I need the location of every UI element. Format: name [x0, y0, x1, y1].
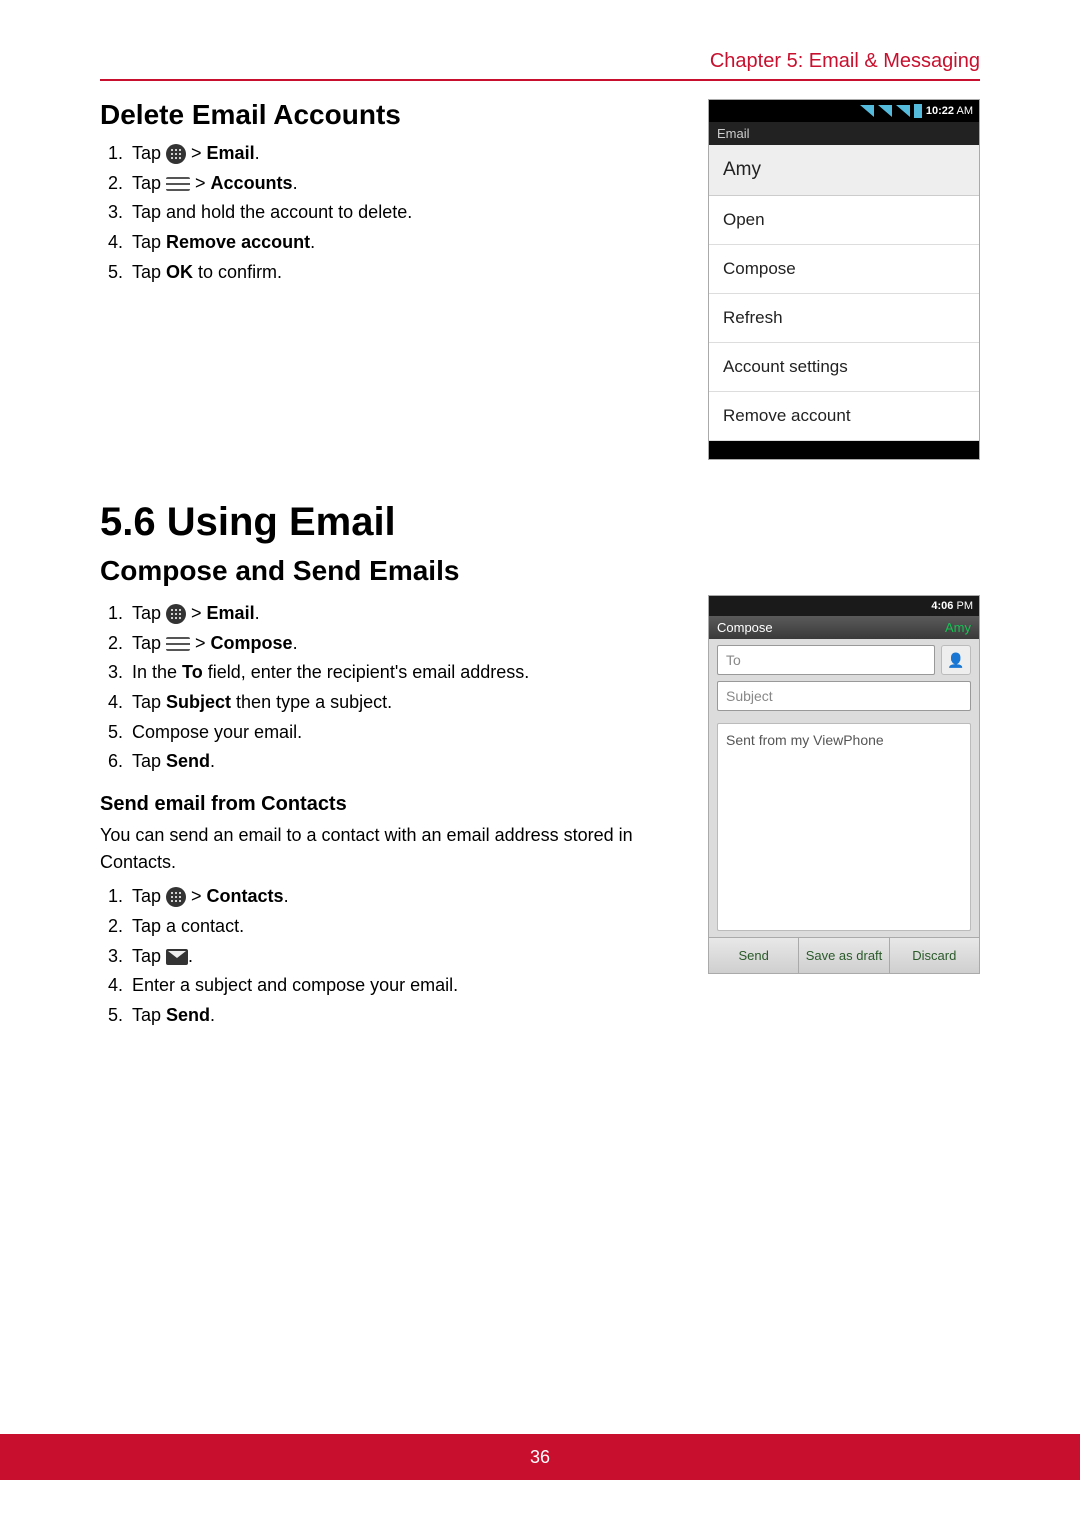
- step: Tap and hold the account to delete.: [128, 198, 688, 228]
- save-draft-button[interactable]: Save as draft: [799, 938, 889, 973]
- add-contact-button[interactable]: 👤: [941, 645, 971, 675]
- subsection-contacts-steps: Tap > Contacts. Tap a contact. Tap . Ent…: [100, 882, 688, 1030]
- step: Tap Send.: [128, 747, 688, 777]
- section-delete-row: Delete Email Accounts Tap > Email. Tap >…: [100, 99, 980, 460]
- app-bar-title: Email: [709, 122, 979, 145]
- status-time: 4:06 PM: [931, 600, 973, 612]
- compose-button-row: Send Save as draft Discard: [709, 937, 979, 973]
- menu-icon: [166, 177, 190, 191]
- section-delete-title: Delete Email Accounts: [100, 99, 688, 131]
- status-bar: 4:06 PM: [709, 596, 979, 616]
- step: Tap .: [128, 942, 688, 972]
- signal-icon: [860, 105, 874, 117]
- battery-icon: [914, 104, 922, 118]
- compose-titlebar: Compose Amy: [709, 616, 979, 639]
- subsection-contacts-intro: You can send an email to a contact with …: [100, 822, 688, 876]
- menu-item-compose[interactable]: Compose: [709, 245, 979, 294]
- compose-account: Amy: [945, 620, 971, 635]
- step: Tap > Contacts.: [128, 882, 688, 912]
- section-compose-steps: Tap > Email. Tap > Compose. In the To fi…: [100, 599, 688, 777]
- screenshot-compose: 4:06 PM Compose Amy To 👤 Subject Sent fr…: [708, 595, 980, 974]
- step: Tap Subject then type a subject.: [128, 688, 688, 718]
- signal-icon: [878, 105, 892, 117]
- step: Tap OK to confirm.: [128, 258, 688, 288]
- manual-page: Chapter 5: Email & Messaging Delete Emai…: [0, 0, 1080, 1480]
- page-footer: 36: [0, 1434, 1080, 1480]
- apps-icon: [166, 887, 186, 907]
- context-menu: Amy Open Compose Refresh Account setting…: [709, 145, 979, 441]
- send-button[interactable]: Send: [709, 938, 799, 973]
- phone-bottom: [709, 441, 979, 459]
- subsection-contacts-title: Send email from Contacts: [100, 793, 688, 816]
- menu-header: Amy: [709, 145, 979, 196]
- subject-field[interactable]: Subject: [717, 681, 971, 711]
- step: Tap > Compose.: [128, 629, 688, 659]
- step: Tap > Email.: [128, 139, 688, 169]
- step: Tap Send.: [128, 1001, 688, 1031]
- to-field[interactable]: To: [717, 645, 935, 675]
- body-field[interactable]: Sent from my ViewPhone: [717, 723, 971, 931]
- step: Tap a contact.: [128, 912, 688, 942]
- step: In the To field, enter the recipient's e…: [128, 658, 688, 688]
- signal-icon: [896, 105, 910, 117]
- step: Compose your email.: [128, 718, 688, 748]
- menu-icon: [166, 637, 190, 651]
- section-compose-title: Compose and Send Emails: [100, 555, 980, 587]
- chapter-header: Chapter 5: Email & Messaging: [100, 50, 980, 81]
- heading-using-email: 5.6 Using Email: [100, 500, 980, 545]
- compose-title: Compose: [717, 620, 773, 635]
- menu-item-remove-account[interactable]: Remove account: [709, 392, 979, 441]
- menu-item-refresh[interactable]: Refresh: [709, 294, 979, 343]
- apps-icon: [166, 604, 186, 624]
- status-time: 10:22 AM: [926, 105, 973, 117]
- menu-item-account-settings[interactable]: Account settings: [709, 343, 979, 392]
- discard-button[interactable]: Discard: [890, 938, 979, 973]
- section-compose-row: Tap > Email. Tap > Compose. In the To fi…: [100, 595, 980, 1031]
- section-delete-text: Delete Email Accounts Tap > Email. Tap >…: [100, 99, 688, 287]
- step: Tap > Accounts.: [128, 169, 688, 199]
- status-bar: 10:22 AM: [709, 100, 979, 122]
- step: Tap Remove account.: [128, 228, 688, 258]
- subject-row: Subject: [709, 681, 979, 717]
- section-compose-text: Tap > Email. Tap > Compose. In the To fi…: [100, 595, 688, 1031]
- section-delete-steps: Tap > Email. Tap > Accounts. Tap and hol…: [100, 139, 688, 287]
- menu-item-open[interactable]: Open: [709, 196, 979, 245]
- step: Tap > Email.: [128, 599, 688, 629]
- to-row: To 👤: [709, 639, 979, 681]
- page-number: 36: [530, 1447, 550, 1467]
- mail-icon: [166, 949, 188, 965]
- screenshot-email-menu: 10:22 AM Email Amy Open Compose Refresh …: [708, 99, 980, 460]
- step: Enter a subject and compose your email.: [128, 971, 688, 1001]
- apps-icon: [166, 144, 186, 164]
